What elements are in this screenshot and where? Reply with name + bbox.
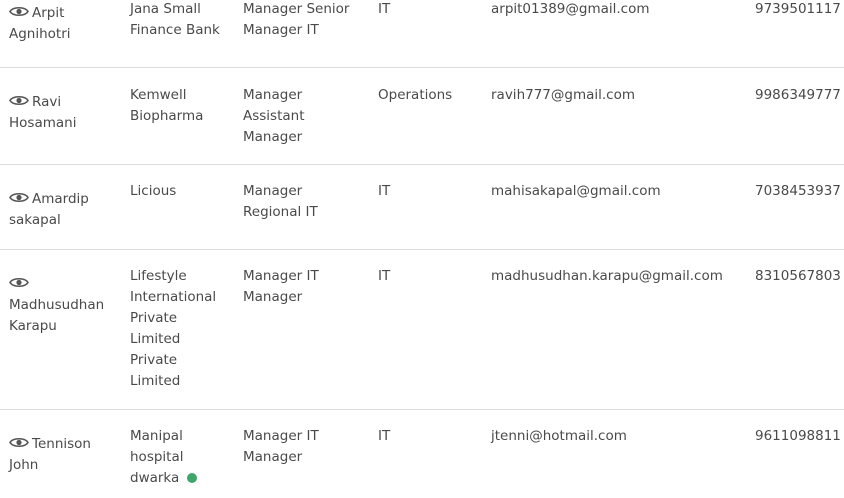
phone-cell: 7038453937 [755,183,841,199]
contact-last-name[interactable]: Hosamani [9,113,119,134]
eye-icon[interactable] [9,436,29,449]
company-line: Limited [130,331,181,347]
designation-line: Manager [243,289,303,305]
company-cell: Jana Small Finance Bank [130,0,234,41]
designation-line: Manager IT [243,268,319,284]
department-cell: IT [378,183,391,199]
eye-icon[interactable] [9,276,29,289]
phone-cell: 9611098811 [755,428,841,444]
department-cell: Operations [378,87,453,103]
table-row: Arpit Agnihotri Jana Small Finance Bank … [0,0,844,68]
designation-cell: Manager IT Manager [243,266,371,308]
department-cell: IT [378,268,391,284]
eye-icon[interactable] [9,191,29,204]
phone-cell: 8310567803 [755,268,841,284]
contact-last-name[interactable]: Karapu [9,316,119,337]
department-cell: IT [378,428,391,444]
email-cell: jtenni@hotmail.com [491,428,627,444]
company-cell: Manipal hospital dwarka [130,426,234,489]
contact-first-name-line[interactable]: Madhusudhan [9,295,119,316]
designation-line: Manager [243,87,303,103]
email-cell: mahisakapal@gmail.com [491,183,661,199]
contact-first-name[interactable]: Arpit [32,5,64,21]
company-line: Private [130,352,178,368]
company-line: Lifestyle [130,268,187,284]
designation-line: Assistant [243,108,305,124]
name-cell: Arpit Agnihotri [9,3,119,45]
eye-icon[interactable] [9,5,29,18]
contact-first-name[interactable]: Amardip [32,191,89,207]
name-cell: Amardip sakapal [9,189,119,231]
designation-cell: Manager Senior Manager IT [243,0,371,41]
contact-last-name[interactable]: Agnihotri [9,24,119,45]
designation-cell: Manager IT Manager [243,426,371,468]
company-line: Finance Bank [130,22,220,38]
table-row: Ravi Hosamani Kemwell Biopharma Manager … [0,68,844,165]
department-cell: IT [378,1,391,17]
phone-cell: 9986349777 [755,87,841,103]
company-cell: Lifestyle International Private Limited … [130,266,234,392]
table-row: Madhusudhan Karapu Lifestyle Internation… [0,250,844,410]
designation-line: Manager [243,449,303,465]
company-line: dwarka [130,470,180,486]
designation-line: Manager [243,183,303,199]
designation-line: Manager IT [243,22,319,38]
contact-first-name[interactable]: Ravi [32,94,61,110]
company-line: Limited [130,373,181,389]
contact-last-name[interactable]: sakapal [9,210,119,231]
name-cell: Madhusudhan Karapu [9,274,119,337]
online-status-dot [187,473,198,483]
table-row: Tennison John Manipal hospital dwarka Ma… [0,410,844,498]
email-cell: ravih777@gmail.com [491,87,636,103]
designation-line: Manager [243,129,303,145]
contact-last-name[interactable]: John [9,455,119,476]
company-line: Biopharma [130,108,204,124]
contacts-table: Arpit Agnihotri Jana Small Finance Bank … [0,0,844,498]
company-line: Kemwell [130,87,187,103]
designation-line: Regional IT [243,204,318,220]
designation-cell: Manager Assistant Manager [243,85,371,148]
contact-first-name[interactable]: Tennison [32,436,91,452]
phone-cell: 9739501117 [755,1,841,17]
name-cell: Tennison John [9,434,119,476]
designation-cell: Manager Regional IT [243,181,371,223]
company-line: International [130,289,217,305]
company-cell: Licious [130,181,234,202]
eye-icon[interactable] [9,94,29,107]
email-cell: madhusudhan.karapu@gmail.com [491,268,723,284]
company-line: Jana Small [130,1,201,17]
company-line: Licious [130,183,177,199]
company-cell: Kemwell Biopharma [130,85,234,127]
designation-line: Manager IT [243,428,319,444]
company-line: Private [130,310,178,326]
name-cell: Ravi Hosamani [9,92,119,134]
company-line: Manipal [130,428,183,444]
table-row: Amardip sakapal Licious Manager Regional… [0,165,844,250]
company-line: hospital [130,449,184,465]
email-cell: arpit01389@gmail.com [491,1,650,17]
designation-line: Manager Senior [243,1,350,17]
